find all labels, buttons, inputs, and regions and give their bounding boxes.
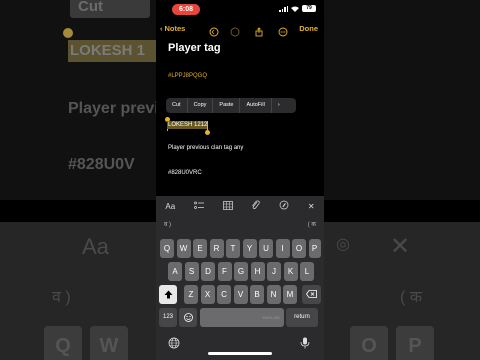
paperclip-icon[interactable] (251, 200, 261, 212)
background-format-label: Aa (82, 234, 109, 259)
battery-icon: 79 (302, 5, 316, 12)
background-key: P (396, 326, 434, 360)
checklist-icon[interactable] (194, 201, 204, 212)
selected-text[interactable]: LOKESH 1212 (167, 121, 209, 129)
key-r[interactable]: R (209, 239, 224, 258)
background-markup-icon: ◎ (336, 236, 350, 253)
status-time: 6:08 (172, 4, 200, 15)
note-previous-line[interactable]: Player previous clan tag any (168, 145, 243, 151)
key-u[interactable]: U (259, 239, 273, 258)
key-h[interactable]: H (250, 262, 265, 281)
wifi-icon (291, 6, 299, 12)
key-o[interactable]: O (292, 239, 306, 258)
emoji-key[interactable] (179, 308, 197, 327)
space-key[interactable]: ENGLISH (200, 308, 284, 327)
key-c[interactable]: C (217, 285, 231, 304)
key-row-4: 123 ENGLISH return (156, 308, 324, 327)
key-v[interactable]: V (233, 285, 248, 304)
background-cut-label: Cut (70, 0, 150, 18)
background-key: O (350, 326, 388, 360)
key-f[interactable]: F (217, 262, 232, 281)
suggestion-left[interactable]: व ) (164, 220, 171, 228)
key-row-2: A S D F G H J K L (156, 262, 324, 281)
background-key: Q (44, 326, 82, 360)
key-q[interactable]: Q (160, 239, 174, 258)
home-indicator (208, 352, 272, 355)
dynamic-island (214, 3, 268, 17)
key-a[interactable]: A (168, 262, 182, 281)
edit-context-menu: Cut Copy Paste AutoFill › (166, 98, 296, 113)
shift-key[interactable] (159, 285, 177, 304)
globe-icon[interactable] (168, 336, 180, 349)
key-row-1: Q W E R T Y U I O P (156, 239, 324, 258)
background-suggest-left: व ) (52, 289, 71, 306)
key-e[interactable]: E (193, 239, 207, 258)
background-selection-handle (63, 28, 73, 38)
key-g[interactable]: G (234, 262, 248, 281)
key-x[interactable]: X (200, 285, 215, 304)
delete-key[interactable] (302, 285, 321, 304)
background-suggest-right: ( क (400, 289, 423, 306)
menu-item-copy[interactable]: Copy (188, 98, 214, 113)
key-m[interactable]: M (283, 285, 297, 304)
note-previous-tag[interactable]: #828U0VRC (168, 170, 202, 176)
background-key: W (90, 326, 128, 360)
status-bar: 6:08 79 (156, 0, 324, 18)
numbers-key[interactable]: 123 (159, 308, 177, 327)
notes-toolbar: ‹ Notes Done (156, 22, 324, 38)
background-previous-text: Player previ (68, 100, 159, 117)
keyboard-toolbar: Aa ✕ (156, 196, 324, 216)
key-w[interactable]: W (176, 239, 191, 258)
menu-item-autofill[interactable]: AutoFill (240, 98, 272, 113)
phone-screen: 6:08 79 ‹ Notes Done Player tag #LPPJ8PQ (156, 0, 324, 360)
key-row-3: Z X C V B N M (156, 285, 324, 304)
suggestion-bar: व ) ( क (156, 218, 324, 232)
redo-icon[interactable] (230, 24, 240, 37)
format-button[interactable]: Aa (165, 202, 175, 211)
key-y[interactable]: Y (242, 239, 257, 258)
microphone-icon[interactable] (300, 336, 310, 349)
key-j[interactable]: J (267, 262, 281, 281)
background-selected-text: LOKESH 1 (68, 40, 160, 62)
key-d[interactable]: D (201, 262, 215, 281)
undo-icon[interactable] (209, 24, 219, 37)
menu-item-cut[interactable]: Cut (166, 98, 188, 113)
system-icons: 79 (279, 5, 316, 12)
key-l[interactable]: L (300, 262, 314, 281)
back-label: Notes (164, 24, 186, 33)
keyboard: Aa ✕ व ) ( क Q W E R T Y U I O P A S D F… (156, 196, 324, 360)
markup-icon[interactable] (279, 200, 289, 212)
key-b[interactable]: B (250, 285, 264, 304)
close-icon[interactable]: ✕ (308, 202, 315, 211)
key-s[interactable]: S (184, 262, 199, 281)
key-z[interactable]: Z (184, 285, 198, 304)
note-tag-line[interactable]: #LPPJ8PQGQ (168, 73, 207, 79)
menu-item-paste[interactable]: Paste (213, 98, 241, 113)
menu-more-button[interactable]: › (272, 98, 286, 113)
more-icon[interactable] (278, 24, 288, 37)
chevron-left-icon: ‹ (160, 24, 163, 33)
background-tag-text: #828U0V (68, 156, 135, 173)
key-i[interactable]: I (275, 239, 290, 258)
key-k[interactable]: K (283, 262, 298, 281)
back-button[interactable]: ‹ Notes (160, 24, 185, 33)
key-p[interactable]: P (308, 239, 321, 258)
done-button[interactable]: Done (299, 24, 318, 33)
share-icon[interactable] (254, 24, 264, 37)
key-n[interactable]: N (266, 285, 281, 304)
note-title[interactable]: Player tag (168, 42, 221, 54)
key-t[interactable]: T (226, 239, 240, 258)
table-icon[interactable] (222, 200, 233, 212)
background-close-icon: ✕ (390, 233, 411, 260)
suggestion-right[interactable]: ( क (308, 220, 316, 228)
return-key[interactable]: return (286, 308, 318, 327)
selection-end-handle[interactable] (205, 130, 210, 135)
signal-icon (279, 5, 288, 12)
